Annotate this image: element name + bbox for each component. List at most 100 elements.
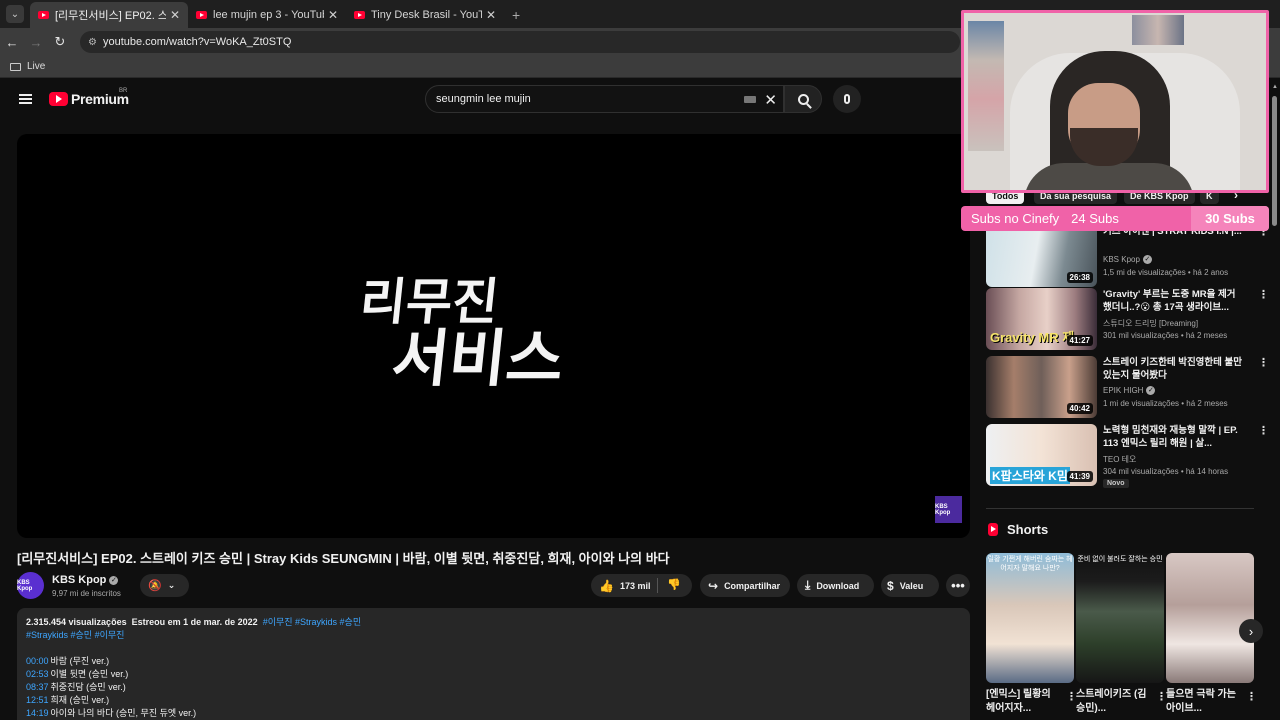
thanks-button[interactable]: $ Valeu bbox=[881, 574, 939, 597]
youtube-favicon-icon bbox=[354, 11, 365, 19]
folder-icon bbox=[10, 62, 21, 71]
notifications-button[interactable]: 🔕 ⌄ bbox=[140, 574, 189, 597]
browser-tab-3[interactable]: Tiny Desk Brasil - YouTube ✕ bbox=[346, 2, 504, 28]
related-video-channel[interactable]: EPIK HIGH ✓ bbox=[1103, 386, 1156, 395]
browser-window: ⌄ [리무진서비스] EP02. 스트레이 ✕ lee mujin ep 3 -… bbox=[0, 0, 1280, 720]
channel-watermark[interactable]: KBS Kpop bbox=[935, 496, 962, 523]
short-thumbnail[interactable]: 준비 없이 불러도 잘하는 승민 bbox=[1076, 553, 1164, 683]
chapter-item: 00:00 바람 (무진 ver.) bbox=[26, 655, 961, 668]
voice-search-button[interactable] bbox=[833, 85, 861, 113]
clear-search-icon[interactable]: ✕ bbox=[764, 91, 777, 109]
chapter-label: 취중진담 (승민 ver.) bbox=[50, 682, 126, 692]
thanks-icon: $ bbox=[887, 578, 894, 593]
channel-name[interactable]: KBS Kpop ✓ bbox=[52, 574, 119, 586]
video-menu-icon[interactable]: ⋮ bbox=[1258, 356, 1269, 369]
subs-goal: 30 Subs bbox=[1191, 206, 1269, 231]
close-tab-icon[interactable]: ✕ bbox=[486, 8, 496, 22]
chapter-timestamp[interactable]: 08:37 bbox=[26, 682, 49, 692]
download-label: Download bbox=[816, 580, 860, 591]
related-video[interactable]: 26:38 키즈 아이엔 | STRAY KIDS I.N |... KBS K… bbox=[986, 225, 1269, 289]
site-info-icon[interactable]: ⚙ bbox=[88, 37, 97, 48]
youtube-logo[interactable]: Premium BR bbox=[49, 88, 129, 107]
hashtags-inline[interactable]: #이무진 #Straykids #승민 bbox=[263, 617, 361, 627]
menu-icon[interactable] bbox=[19, 94, 32, 104]
new-tab-icon[interactable]: + bbox=[512, 7, 520, 23]
shorts-next-button[interactable]: › bbox=[1239, 619, 1263, 643]
related-video-meta: 301 mil visualizações • há 2 meses bbox=[1103, 331, 1228, 340]
related-video-title[interactable]: 스트레이 키즈한테 박진영한테 불만있는지 물어봤다 bbox=[1103, 356, 1243, 382]
related-video-channel[interactable]: KBS Kpop ✓ bbox=[1103, 255, 1152, 264]
video-title-card: 리무진 서비스 bbox=[351, 273, 623, 395]
short-thumbnail[interactable] bbox=[1166, 553, 1254, 683]
download-button[interactable]: ⤓ Download bbox=[797, 574, 874, 597]
chapter-item: 12:51 희재 (승민 ver.) bbox=[26, 694, 961, 707]
chapter-timestamp[interactable]: 12:51 bbox=[26, 695, 49, 705]
video-menu-icon[interactable]: ⋮ bbox=[1258, 288, 1269, 301]
share-button[interactable]: ↪ Compartilhar bbox=[700, 574, 790, 597]
verified-icon: ✓ bbox=[1142, 255, 1152, 264]
search-input[interactable]: seungmin lee mujin ✕ bbox=[425, 85, 784, 113]
chapter-timestamp[interactable]: 02:53 bbox=[26, 669, 49, 679]
premiere-date: Estreou em 1 de mar. de 2022 bbox=[131, 617, 258, 627]
youtube-favicon-icon bbox=[196, 11, 207, 19]
short-title[interactable]: 스트레이키즈 (김승민)... bbox=[1076, 688, 1152, 716]
short-item[interactable]: 들으면 극락 가는 아이브... ⋮ bbox=[1166, 553, 1257, 714]
chapter-label: 아이와 나의 바다 (승민, 무진 듀엣 ver.) bbox=[50, 708, 197, 718]
short-thumbnail[interactable]: 릴황 기쩐게 해버린 숨짜는 헤어지자 말해요 나만? bbox=[986, 553, 1074, 683]
related-video[interactable]: Gravity MR 제 41:27 'Gravity' 부르는 도중 MR을 … bbox=[986, 288, 1269, 352]
related-video[interactable]: K팝스타와 K밈 41:39 노력형 밈천재와 재능형 말깍 | EP. 113… bbox=[986, 424, 1269, 488]
description-box[interactable]: 2.315.454 visualizações Estreou em 1 de … bbox=[17, 608, 970, 720]
chapter-timestamp[interactable]: 14:19 bbox=[26, 708, 49, 718]
related-video-title[interactable]: 노력형 밈천재와 재능형 말깍 | EP. 113 엔믹스 릴리 해원 | 살.… bbox=[1103, 424, 1243, 450]
scroll-up-icon[interactable]: ▲ bbox=[1272, 84, 1278, 90]
hashtags[interactable]: #Straykids #승민 #이무진 bbox=[26, 629, 961, 642]
short-item[interactable]: 준비 없이 불러도 잘하는 승민 스트레이키즈 (김승민)... ⋮ bbox=[1076, 553, 1167, 714]
chapter-label: 희재 (승민 ver.) bbox=[50, 695, 110, 705]
related-video[interactable]: 40:42 스트레이 키즈한테 박진영한테 불만있는지 물어봤다 EPIK HI… bbox=[986, 356, 1269, 420]
forward-icon[interactable]: → bbox=[24, 35, 48, 50]
address-bar[interactable]: ⚙ youtube.com/watch?v=WoKA_Zt0STQ bbox=[80, 31, 960, 53]
search-button[interactable] bbox=[784, 85, 822, 113]
video-thumbnail[interactable]: 26:38 bbox=[986, 225, 1097, 287]
related-video-channel[interactable]: 스튜디오 드리밍 [Dreaming] bbox=[1103, 318, 1198, 329]
video-duration: 41:39 bbox=[1066, 471, 1093, 482]
video-thumbnail[interactable]: K팝스타와 K밈 41:39 bbox=[986, 424, 1097, 486]
video-player[interactable]: 리무진 서비스 KBS Kpop bbox=[17, 134, 970, 538]
related-video-channel[interactable]: TEO 테오 bbox=[1103, 454, 1136, 465]
shorts-icon bbox=[988, 523, 998, 536]
streamer-body bbox=[1024, 163, 1194, 190]
more-actions-button[interactable]: ••• bbox=[946, 574, 970, 597]
chapter-timestamp[interactable]: 00:00 bbox=[26, 656, 49, 666]
back-icon[interactable]: ← bbox=[0, 35, 24, 50]
channel-avatar[interactable]: KBS Kpop bbox=[17, 572, 44, 599]
tab-search-button[interactable]: ⌄ bbox=[6, 5, 24, 23]
keyboard-icon[interactable] bbox=[744, 96, 756, 103]
subs-label: Subs no Cinefy bbox=[971, 211, 1060, 226]
thumbnail-overlay-text: Gravity MR 제 bbox=[990, 330, 1075, 345]
short-item[interactable]: 릴황 기쩐게 해버린 숨짜는 헤어지자 말해요 나만? [엔믹스] 릴황의 헤어… bbox=[986, 553, 1077, 714]
close-tab-icon[interactable]: ✕ bbox=[328, 8, 338, 22]
video-menu-icon[interactable]: ⋮ bbox=[1258, 424, 1269, 437]
page-scrollbar[interactable]: ▲ bbox=[1271, 82, 1278, 720]
short-title[interactable]: 들으면 극락 가는 아이브... bbox=[1166, 688, 1242, 716]
video-thumbnail[interactable]: 40:42 bbox=[986, 356, 1097, 418]
channel-text: KBS Kpop bbox=[1103, 255, 1140, 264]
description-stats: 2.315.454 visualizações Estreou em 1 de … bbox=[26, 616, 961, 629]
scrollbar-thumb[interactable] bbox=[1272, 96, 1277, 226]
like-button[interactable]: 👍 173 mil 👎 bbox=[591, 574, 692, 597]
browser-tab-2[interactable]: lee mujin ep 3 - YouTube ✕ bbox=[188, 2, 346, 28]
video-thumbnail[interactable]: Gravity MR 제 41:27 bbox=[986, 288, 1097, 350]
reload-icon[interactable]: ↻ bbox=[48, 34, 72, 50]
close-tab-icon[interactable]: ✕ bbox=[170, 8, 180, 22]
short-caption: 릴황 기쩐게 해버린 숨짜는 헤어지자 말해요 나만? bbox=[987, 556, 1073, 572]
channel-name-text: KBS Kpop bbox=[52, 574, 107, 586]
short-title[interactable]: [엔믹스] 릴황의 헤어지자... bbox=[986, 688, 1062, 716]
bookmark-live[interactable]: Live bbox=[27, 61, 45, 72]
browser-tab-1[interactable]: [리무진서비스] EP02. 스트레이 ✕ bbox=[30, 2, 188, 28]
subscriber-goal-bar: Subs no Cinefy 24 Subs 30 Subs bbox=[961, 206, 1269, 231]
short-menu-icon[interactable]: ⋮ bbox=[1246, 690, 1257, 703]
background-poster bbox=[1132, 15, 1184, 45]
related-video-title[interactable]: 'Gravity' 부르는 도중 MR을 제거 했더니..?😮 총 17곡 생라… bbox=[1103, 288, 1243, 314]
channel-text: EPIK HIGH bbox=[1103, 386, 1144, 395]
thumbs-down-icon[interactable]: 👎 bbox=[667, 578, 681, 591]
